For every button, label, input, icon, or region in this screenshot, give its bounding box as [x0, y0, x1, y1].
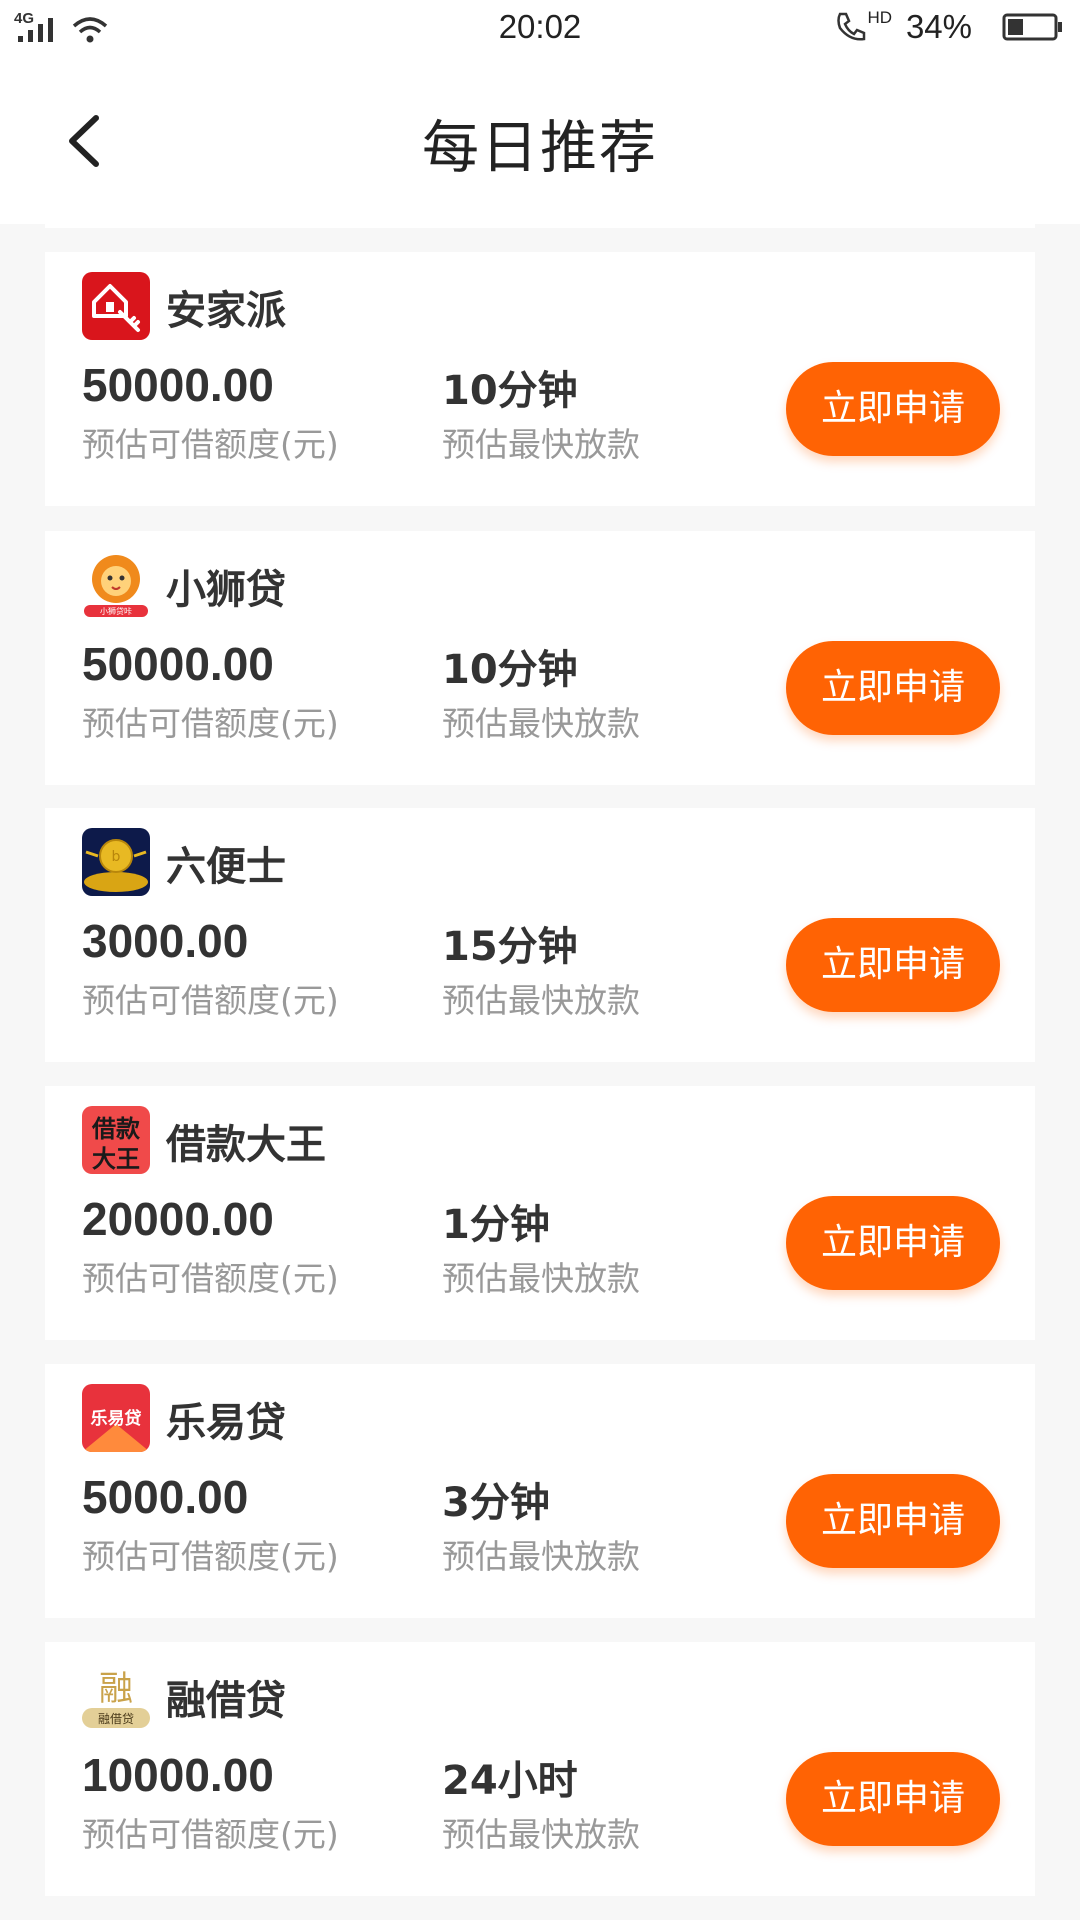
- hd-call-icon: [837, 12, 866, 41]
- payout-speed: 10分钟: [442, 368, 578, 414]
- leyidai-logo-text: 乐易贷: [91, 1408, 142, 1429]
- svg-text:融: 融: [99, 1669, 133, 1709]
- payout-speed: 1分钟: [442, 1202, 550, 1248]
- payout-speed-label: 预估最快放款: [442, 1259, 640, 1298]
- loan-amount: 50000.00: [82, 359, 274, 411]
- payout-speed-label: 预估最快放款: [442, 1537, 640, 1576]
- battery-icon: [1002, 13, 1062, 41]
- apply-button[interactable]: 立即申请: [786, 918, 1000, 1012]
- loan-amount: 5000.00: [82, 1471, 249, 1523]
- product-name: 借款大王: [166, 1122, 326, 1168]
- payout-speed-label: 预估最快放款: [442, 1815, 640, 1854]
- loan-amount-label: 预估可借额度(元): [82, 1259, 339, 1298]
- loan-amount: 3000.00: [82, 915, 249, 967]
- loan-amount-label: 预估可借额度(元): [82, 981, 339, 1020]
- product-card[interactable]: 小狮贷咔 小狮贷 50000.00 预估可借额度(元) 10分钟 预估最快放款 …: [45, 531, 1035, 785]
- product-name: 小狮贷: [166, 567, 286, 613]
- product-card[interactable]: 安家派 50000.00 预估可借额度(元) 10分钟 预估最快放款 立即申请: [45, 252, 1035, 506]
- previous-card-edge: [45, 224, 1035, 228]
- product-name: 安家派: [166, 288, 286, 334]
- nav-bar: 每日推荐: [0, 56, 1080, 224]
- apply-button[interactable]: 立即申请: [786, 1752, 1000, 1846]
- loan-amount-label: 预估可借额度(元): [82, 704, 339, 743]
- product-name: 六便士: [166, 844, 286, 890]
- xiaoshidai-logo-icon: 小狮贷咔: [82, 551, 150, 619]
- loan-amount: 10000.00: [82, 1749, 274, 1801]
- svg-text:b: b: [112, 849, 121, 865]
- payout-speed: 15分钟: [442, 924, 578, 970]
- leyidai-logo-icon: 乐易贷: [82, 1384, 150, 1452]
- payout-speed-label: 预估最快放款: [442, 704, 640, 743]
- apply-button[interactable]: 立即申请: [786, 1474, 1000, 1568]
- payout-speed-label: 预估最快放款: [442, 981, 640, 1020]
- jiekuandawang-logo-text-top: 借款: [91, 1115, 141, 1143]
- status-bar: 4G 20:02 HD 34%: [0, 0, 1080, 56]
- product-card[interactable]: b 六便士 3000.00 预估可借额度(元) 15分钟 预估最快放款 立即申请: [45, 808, 1035, 1062]
- product-card[interactable]: 融 融借贷 融借贷 10000.00 预估可借额度(元) 24小时 预估最快放款…: [45, 1642, 1035, 1896]
- battery-percent: 34%: [905, 8, 972, 45]
- loan-amount-label: 预估可借额度(元): [82, 1815, 339, 1854]
- loan-amount: 20000.00: [82, 1193, 274, 1245]
- jiekuandawang-logo-text-bottom: 大王: [92, 1145, 140, 1173]
- xiaoshidai-logo-text: 小狮贷咔: [100, 606, 132, 616]
- anjiapai-logo-icon: [82, 272, 150, 340]
- payout-speed: 24小时: [442, 1758, 578, 1804]
- payout-speed: 10分钟: [442, 647, 578, 693]
- product-name: 融借贷: [166, 1678, 286, 1724]
- apply-button[interactable]: 立即申请: [786, 1196, 1000, 1290]
- product-name: 乐易贷: [166, 1400, 286, 1446]
- hd-label: HD: [867, 8, 892, 27]
- page-title: 每日推荐: [422, 115, 658, 181]
- payout-speed: 3分钟: [442, 1480, 550, 1526]
- loan-amount-label: 预估可借额度(元): [82, 1537, 339, 1576]
- loan-amount: 50000.00: [82, 638, 274, 690]
- apply-button[interactable]: 立即申请: [786, 362, 1000, 456]
- rongjiedai-logo-text: 融借贷: [98, 1712, 134, 1726]
- product-card[interactable]: 乐易贷 乐易贷 5000.00 预估可借额度(元) 3分钟 预估最快放款 立即申…: [45, 1364, 1035, 1618]
- apply-button[interactable]: 立即申请: [786, 641, 1000, 735]
- rongjiedai-logo-icon: 融 融借贷: [82, 1662, 150, 1730]
- liubianshi-logo-icon: b: [82, 828, 150, 896]
- product-card[interactable]: 借款 大王 借款大王 20000.00 预估可借额度(元) 1分钟 预估最快放款…: [45, 1086, 1035, 1340]
- jiekuandawang-logo-icon: 借款 大王: [82, 1106, 150, 1174]
- payout-speed-label: 预估最快放款: [442, 425, 640, 464]
- loan-amount-label: 预估可借额度(元): [82, 425, 339, 464]
